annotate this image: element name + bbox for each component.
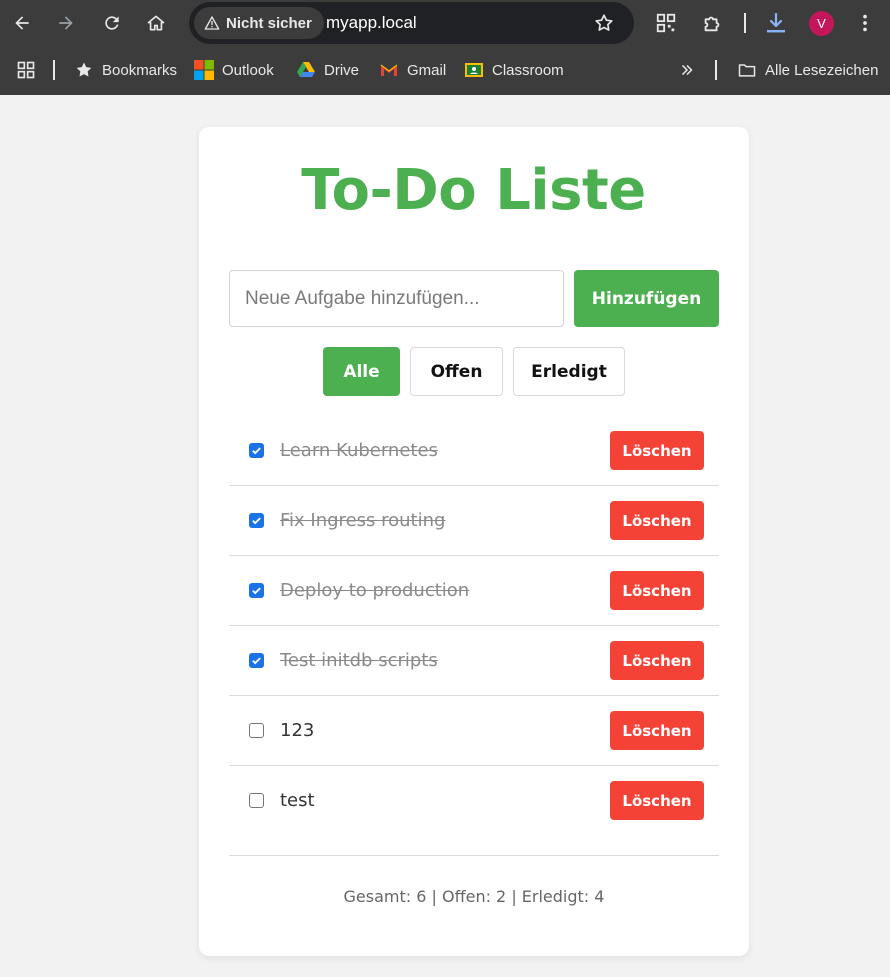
browser-toolbar: Nicht sicher myapp.local V <box>0 0 890 47</box>
delete-button[interactable]: Löschen <box>610 501 704 540</box>
security-label: Nicht sicher <box>226 14 312 32</box>
todo-checkbox[interactable] <box>249 723 264 738</box>
delete-button[interactable]: Löschen <box>610 641 704 680</box>
bookmarks-divider <box>53 60 55 80</box>
downloads-button[interactable] <box>764 11 788 35</box>
arrow-right-icon <box>59 16 73 30</box>
todo-text: Fix Ingress routing <box>280 510 446 531</box>
delete-button[interactable]: Löschen <box>610 711 704 750</box>
bookmark-bookmarks[interactable]: Bookmarks <box>74 58 177 82</box>
more-bookmarks-button[interactable] <box>677 58 697 82</box>
qr-code-icon <box>656 13 676 33</box>
bookmarks-divider <box>715 60 717 80</box>
profile-avatar[interactable]: V <box>809 11 834 36</box>
add-task-button[interactable]: Hinzufügen <box>574 270 719 327</box>
bookmark-drive[interactable]: Drive <box>296 58 359 82</box>
back-button[interactable] <box>8 9 36 37</box>
address-bar[interactable]: Nicht sicher myapp.local <box>189 2 634 44</box>
todo-checkbox[interactable] <box>249 443 264 458</box>
todo-checkbox[interactable] <box>249 513 264 528</box>
filter-done-button[interactable]: Erledigt <box>513 347 625 396</box>
home-icon <box>147 15 165 31</box>
todo-checkbox[interactable] <box>249 653 264 668</box>
forward-button[interactable] <box>52 9 80 37</box>
all-bookmarks-button[interactable]: Alle Lesezeichen <box>737 58 878 82</box>
todo-text: Deploy to production <box>280 580 470 601</box>
classroom-icon <box>464 60 484 80</box>
checkmark-icon <box>252 517 261 525</box>
bookmark-star-button[interactable] <box>593 12 615 34</box>
browser-chrome: Nicht sicher myapp.local V Bookmarks Out… <box>0 0 890 95</box>
bookmark-label: Drive <box>324 61 360 79</box>
page-title: To-Do Liste <box>301 158 646 223</box>
warning-icon <box>204 16 220 30</box>
bookmark-classroom[interactable]: Classroom <box>464 58 564 82</box>
todo-item: Test initdb scripts Löschen <box>229 626 719 696</box>
bookmark-label: Gmail <box>407 61 447 79</box>
todo-text: Test initdb scripts <box>280 650 438 671</box>
bookmark-label: Outlook <box>222 61 274 79</box>
todo-item: test Löschen <box>229 766 719 836</box>
todo-text: 123 <box>280 720 315 741</box>
new-task-input[interactable] <box>229 270 564 327</box>
reload-icon <box>105 16 119 30</box>
reload-button[interactable] <box>98 9 126 37</box>
all-bookmarks-label: Alle Lesezeichen <box>765 61 879 79</box>
chevron-double-right-icon <box>677 60 697 80</box>
delete-button[interactable]: Löschen <box>610 781 704 820</box>
folder-icon <box>737 60 757 80</box>
todo-item: 123 Löschen <box>229 696 719 766</box>
todo-item: Fix Ingress routing Löschen <box>229 486 719 556</box>
outlook-icon <box>194 60 214 80</box>
home-button[interactable] <box>142 9 170 37</box>
todo-item: Learn Kubernetes Löschen <box>229 416 719 486</box>
apps-button[interactable] <box>16 58 36 82</box>
star-outline-icon <box>595 14 613 31</box>
todo-text: Learn Kubernetes <box>280 440 438 461</box>
url-text[interactable]: myapp.local <box>326 13 417 33</box>
todo-checkbox[interactable] <box>249 793 264 808</box>
puzzle-icon <box>704 16 720 32</box>
checkmark-icon <box>252 447 261 455</box>
drive-icon <box>296 60 316 80</box>
security-indicator[interactable]: Nicht sicher <box>194 7 324 39</box>
checkmark-icon <box>252 587 261 595</box>
checkmark-icon <box>252 657 261 665</box>
bookmark-outlook[interactable]: Outlook <box>194 58 274 82</box>
task-stats: Gesamt: 6 | Offen: 2 | Erledigt: 4 <box>343 887 605 906</box>
bookmark-label: Classroom <box>492 61 564 79</box>
filter-all-button[interactable]: Alle <box>323 347 400 396</box>
bookmarks-bar: Bookmarks Outlook Drive Gmail Classroom <box>0 47 890 95</box>
bookmark-label: Bookmarks <box>102 61 178 79</box>
filter-open-button[interactable]: Offen <box>410 347 503 396</box>
bookmark-gmail[interactable]: Gmail <box>379 58 446 82</box>
delete-button[interactable]: Löschen <box>610 431 704 470</box>
todo-item: Deploy to production Löschen <box>229 556 719 626</box>
download-icon <box>767 12 785 33</box>
star-icon <box>74 60 94 80</box>
arrow-left-icon <box>15 16 29 30</box>
footer-divider <box>229 855 719 856</box>
more-vert-icon <box>863 14 867 32</box>
menu-button[interactable] <box>853 11 877 35</box>
gmail-icon <box>379 60 399 80</box>
extensions-button[interactable] <box>700 11 724 35</box>
todo-text: test <box>280 790 315 811</box>
todo-checkbox[interactable] <box>249 583 264 598</box>
toolbar-divider <box>744 13 746 33</box>
todo-list: Learn Kubernetes Löschen Fix Ingress rou… <box>229 416 719 836</box>
qr-code-button[interactable] <box>654 11 678 35</box>
delete-button[interactable]: Löschen <box>610 571 704 610</box>
apps-grid-icon <box>16 60 36 80</box>
